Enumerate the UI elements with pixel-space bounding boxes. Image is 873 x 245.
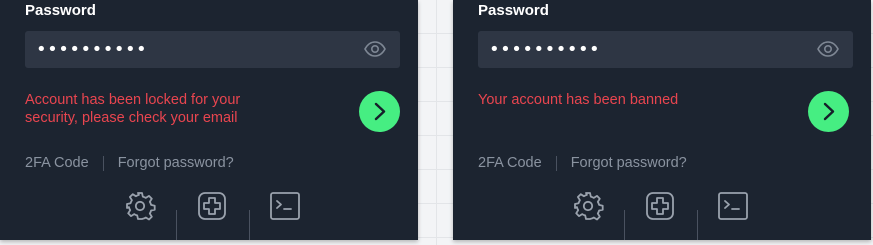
console-button[interactable] (269, 190, 301, 222)
settings-button[interactable] (124, 190, 156, 222)
password-value: •••••••••• (36, 39, 148, 60)
gear-icon (126, 192, 156, 221)
twofa-link[interactable]: 2FA Code (478, 155, 542, 171)
add-button[interactable] (196, 190, 228, 222)
forgot-password-link[interactable]: Forgot password? (571, 155, 687, 171)
terminal-icon (270, 192, 300, 220)
background-divider (436, 0, 437, 245)
error-message: Account has been locked for your securit… (25, 92, 241, 126)
password-label: Password (25, 2, 96, 19)
toolbar-divider (176, 210, 177, 240)
forgot-password-link[interactable]: Forgot password? (118, 155, 234, 171)
settings-button[interactable] (572, 190, 604, 222)
gear-icon (574, 192, 604, 221)
terminal-icon (718, 192, 748, 220)
toolbar-divider (249, 210, 250, 240)
password-label: Password (478, 2, 549, 19)
submit-button[interactable] (359, 91, 400, 132)
plus-square-icon (198, 192, 226, 220)
eye-icon[interactable] (817, 40, 839, 58)
toolbar-divider (624, 210, 625, 240)
link-separator (102, 155, 104, 171)
toolbar-divider (697, 210, 698, 240)
twofa-link[interactable]: 2FA Code (25, 155, 89, 171)
password-value: •••••••••• (489, 39, 601, 60)
error-message: Your account has been banned (478, 92, 679, 108)
auth-links: 2FA Code Forgot password? (478, 154, 687, 172)
login-panel-banned: Password •••••••••• Your account has bee… (453, 0, 871, 240)
console-button[interactable] (717, 190, 749, 222)
password-field[interactable]: •••••••••• (478, 31, 853, 68)
chevron-right-icon (374, 102, 386, 121)
auth-links: 2FA Code Forgot password? (25, 154, 234, 172)
password-field[interactable]: •••••••••• (25, 31, 400, 68)
chevron-right-icon (823, 102, 835, 121)
link-separator (555, 155, 557, 171)
login-panel-locked: Password •••••••••• Account has been loc… (0, 0, 418, 240)
eye-icon[interactable] (364, 40, 386, 58)
plus-square-icon (646, 192, 674, 220)
submit-button[interactable] (808, 91, 849, 132)
add-button[interactable] (644, 190, 676, 222)
